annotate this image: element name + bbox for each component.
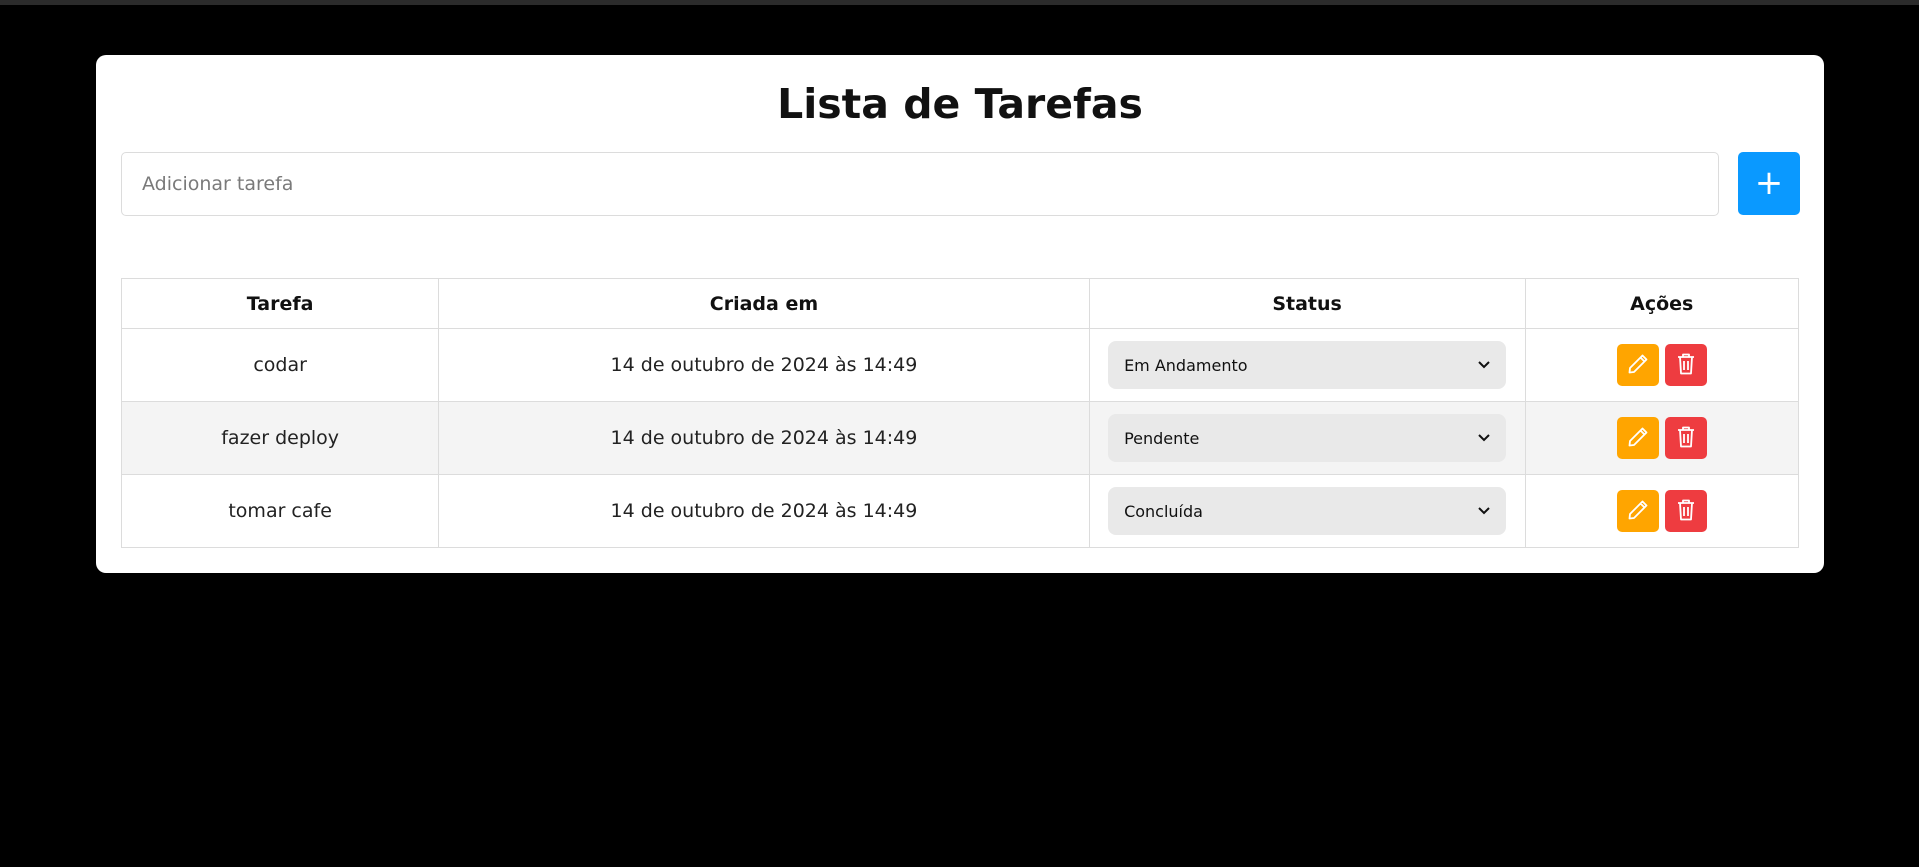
add-task-input[interactable] [121,152,1719,216]
header-actions: Ações [1524,278,1800,329]
status-select[interactable]: Pendente [1108,414,1507,462]
edit-button[interactable] [1616,490,1659,532]
table-row: codar 14 de outubro de 2024 às 14:49 Em … [120,328,1800,402]
page-title: Lista de Tarefas [777,80,1143,128]
task-name: codar [120,328,440,402]
tasks-table: Tarefa Criada em Status Ações codar 14 d… [120,278,1800,548]
task-name: fazer deploy [120,401,440,475]
header-status: Status [1088,278,1526,329]
status-value: Em Andamento [1124,355,1248,375]
status-value: Pendente [1124,428,1200,448]
task-created: 14 de outubro de 2024 às 14:49 [438,474,1090,548]
edit-button[interactable] [1616,344,1659,386]
trash-icon [1675,352,1697,379]
task-status-cell: Pendente [1088,401,1526,475]
chevron-down-icon [1478,504,1490,519]
delete-button[interactable] [1664,490,1707,532]
add-task-button[interactable]: + [1738,152,1800,215]
task-created: 14 de outubro de 2024 às 14:49 [438,328,1090,402]
task-actions-cell [1524,401,1800,475]
header-created: Criada em [438,278,1090,329]
pencil-icon [1626,498,1650,525]
status-value: Concluída [1124,501,1203,521]
table-header-row: Tarefa Criada em Status Ações [120,278,1800,329]
task-actions-cell [1524,328,1800,402]
plus-icon: + [1754,163,1784,203]
status-select[interactable]: Em Andamento [1108,341,1507,389]
add-task-row: + [121,152,1800,217]
task-list-card: Lista de Tarefas + Tarefa Criada em Stat… [96,55,1824,573]
row-actions [1616,344,1707,386]
task-status-cell: Concluída [1088,474,1526,548]
delete-button[interactable] [1664,417,1707,459]
pencil-icon [1626,425,1650,452]
window-top-bar [0,0,1919,5]
trash-icon [1675,498,1697,525]
task-status-cell: Em Andamento [1088,328,1526,402]
row-actions [1616,417,1707,459]
header-task: Tarefa [120,278,440,329]
table-row: fazer deploy 14 de outubro de 2024 às 14… [120,401,1800,475]
task-created: 14 de outubro de 2024 às 14:49 [438,401,1090,475]
edit-button[interactable] [1616,417,1659,459]
chevron-down-icon [1478,358,1490,373]
chevron-down-icon [1478,431,1490,446]
status-select[interactable]: Concluída [1108,487,1507,535]
trash-icon [1675,425,1697,452]
task-name: tomar cafe [120,474,440,548]
table-row: tomar cafe 14 de outubro de 2024 às 14:4… [120,474,1800,548]
delete-button[interactable] [1664,344,1707,386]
pencil-icon [1626,352,1650,379]
task-actions-cell [1524,474,1800,548]
row-actions [1616,490,1707,532]
